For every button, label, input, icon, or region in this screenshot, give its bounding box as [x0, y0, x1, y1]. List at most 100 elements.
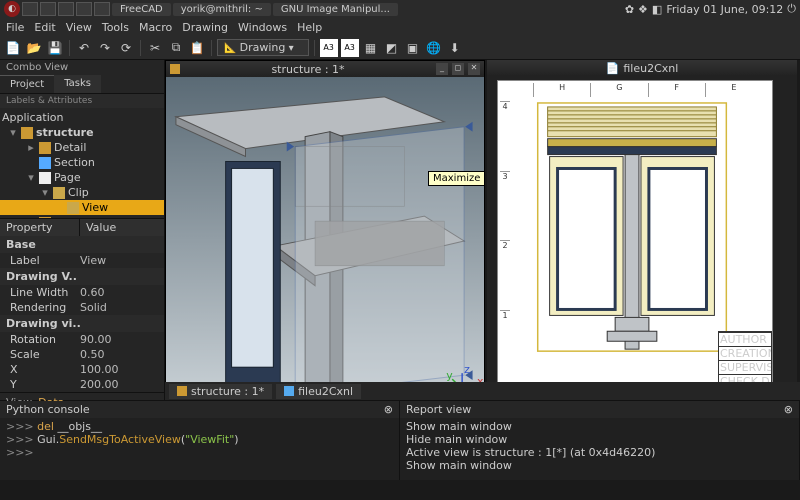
menu-help[interactable]: Help	[297, 21, 322, 34]
task-freecad[interactable]: FreeCAD	[112, 3, 171, 16]
maximize-icon[interactable]: ◻	[452, 63, 464, 75]
ruler-horizontal: HGFE	[533, 83, 762, 97]
clock[interactable]: Friday 01 June, 09:12	[666, 3, 783, 16]
menu-view[interactable]: View	[66, 21, 92, 34]
svg-text:z: z	[464, 363, 470, 376]
3d-view-window: structure : 1* _ ◻ ✕	[165, 60, 485, 400]
property-panel: Base LabelView Drawing V.. Line Width0.6…	[0, 236, 164, 392]
minimize-icon[interactable]: _	[436, 63, 448, 75]
tree-section[interactable]: Section	[0, 155, 164, 170]
copy-icon[interactable]: ⧉	[167, 39, 185, 57]
workbench-selector[interactable]: 📐 Drawing ▾	[217, 39, 309, 56]
app-btn[interactable]	[40, 2, 56, 16]
tab-project[interactable]: Project	[0, 75, 54, 93]
app-btn[interactable]	[76, 2, 92, 16]
task-gimp[interactable]: GNU Image Manipul...	[273, 3, 398, 16]
clip-icon[interactable]: ▣	[404, 39, 422, 57]
document-tabs: structure : 1* fileu2Cxnl	[165, 382, 800, 400]
tree-detail[interactable]: ▸Detail	[0, 140, 164, 155]
prop-row[interactable]: Scale0.50	[0, 347, 164, 362]
doc-tab-drawing[interactable]: fileu2Cxnl	[276, 384, 361, 399]
power-icon[interactable]: ⏻	[787, 2, 796, 16]
3d-window-titlebar[interactable]: structure : 1* _ ◻ ✕	[166, 61, 484, 77]
ruler-vertical: 1234	[500, 101, 510, 379]
prop-row[interactable]: RenderingSolid	[0, 300, 164, 315]
cube-icon	[39, 142, 51, 154]
tree-clip[interactable]: ▾Clip	[0, 185, 164, 200]
tree-app[interactable]: Application	[0, 110, 164, 125]
menu-tools[interactable]: Tools	[102, 21, 129, 34]
model-tree: Application ▾structure ▸Detail Section ▾…	[0, 108, 164, 218]
prop-row[interactable]: X100.00	[0, 362, 164, 377]
maximize-tooltip: Maximize	[428, 171, 485, 186]
menu-bar: File Edit View Tools Macro Drawing Windo…	[0, 18, 800, 36]
3d-window-title: structure : 1*	[184, 63, 432, 76]
drawing-titlebar[interactable]: 📄fileu2Cxnl	[487, 60, 797, 76]
browser-icon[interactable]: 🌐	[425, 39, 443, 57]
menu-edit[interactable]: Edit	[34, 21, 55, 34]
insert-view-icon[interactable]: ▦	[362, 39, 380, 57]
doc-icon	[170, 64, 180, 74]
drawing-window: 📄fileu2Cxnl HGFE 1234	[487, 60, 797, 398]
python-console-body[interactable]: >>> del __objs__ >>> Gui.SendMsgToActive…	[0, 418, 399, 480]
close-icon[interactable]: ✕	[468, 63, 480, 75]
tree-doc[interactable]: ▾structure	[0, 125, 164, 140]
main-toolbar: 📄 📂 💾 ↶ ↷ ⟳ ✂ ⧉ 📋 📐 Drawing ▾ A3 A3 ▦ ◩ …	[0, 36, 800, 60]
page-icon	[39, 172, 51, 184]
panel-close-icon[interactable]: ⊗	[384, 403, 393, 416]
open-icon[interactable]: 📂	[25, 39, 43, 57]
menu-windows[interactable]: Windows	[238, 21, 287, 34]
titleblock: AUTHOR N CREATION SUPERVIS CHECK DA	[718, 331, 772, 389]
panel-close-icon[interactable]: ⊗	[784, 403, 793, 416]
page-a3-icon[interactable]: A3	[320, 39, 338, 57]
prop-group[interactable]: Base	[0, 236, 164, 253]
prop-row[interactable]: Y200.00	[0, 377, 164, 392]
report-view-body[interactable]: Show main window Hide main window Active…	[400, 418, 799, 480]
prop-row[interactable]: Rotation90.00	[0, 332, 164, 347]
mdi-area: structure : 1* _ ◻ ✕	[165, 60, 800, 400]
page-new-icon[interactable]: A3	[341, 39, 359, 57]
tab-tasks[interactable]: Tasks	[54, 75, 101, 93]
combo-view-title: Combo View	[0, 60, 164, 75]
prop-row[interactable]: Line Width0.60	[0, 285, 164, 300]
new-icon[interactable]: 📄	[4, 39, 22, 57]
tray-icon[interactable]: ◧	[652, 3, 662, 16]
tray-icon[interactable]: ❖	[638, 3, 648, 16]
prop-group[interactable]: Drawing V..	[0, 268, 164, 285]
clip-icon	[53, 187, 65, 199]
annotation-icon[interactable]: ◩	[383, 39, 401, 57]
app-btn[interactable]	[58, 2, 74, 16]
labels-header: Labels & Attributes	[0, 94, 164, 108]
paste-icon[interactable]: 📋	[188, 39, 206, 57]
os-taskbar: ◐ FreeCAD yorik@mithril: ~ GNU Image Man…	[0, 0, 800, 18]
tree-view-selected[interactable]: View	[0, 200, 164, 215]
tray-icon[interactable]: ✿	[625, 3, 634, 16]
app-btn[interactable]	[94, 2, 110, 16]
system-tray: ✿ ❖ ◧ Friday 01 June, 09:12 ⏻	[625, 2, 796, 16]
property-header: PropertyValue	[0, 218, 164, 236]
drawing-sheet[interactable]: HGFE 1234	[497, 80, 773, 390]
prop-group[interactable]: Drawing vi..	[0, 315, 164, 332]
tree-page[interactable]: ▾Page	[0, 170, 164, 185]
redo-icon[interactable]: ↷	[96, 39, 114, 57]
app-btn[interactable]	[22, 2, 38, 16]
undo-icon[interactable]: ↶	[75, 39, 93, 57]
doc-icon	[284, 386, 294, 396]
3d-viewport[interactable]: x y z Maximize	[166, 77, 484, 399]
launcher-icon[interactable]: ◐	[4, 1, 20, 17]
save-icon[interactable]: 💾	[46, 39, 64, 57]
report-view-title: Report view	[406, 403, 471, 416]
export-icon[interactable]: ⬇	[446, 39, 464, 57]
refresh-icon[interactable]: ⟳	[117, 39, 135, 57]
menu-macro[interactable]: Macro	[139, 21, 172, 34]
doc-tab-structure[interactable]: structure : 1*	[169, 384, 272, 399]
quick-launch	[22, 2, 110, 16]
task-terminal[interactable]: yorik@mithril: ~	[173, 3, 271, 16]
section-icon	[39, 157, 51, 169]
menu-file[interactable]: File	[6, 21, 24, 34]
doc-icon	[177, 386, 187, 396]
svg-text:y: y	[446, 369, 453, 382]
prop-row[interactable]: LabelView	[0, 253, 164, 268]
menu-drawing[interactable]: Drawing	[182, 21, 228, 34]
cut-icon[interactable]: ✂	[146, 39, 164, 57]
